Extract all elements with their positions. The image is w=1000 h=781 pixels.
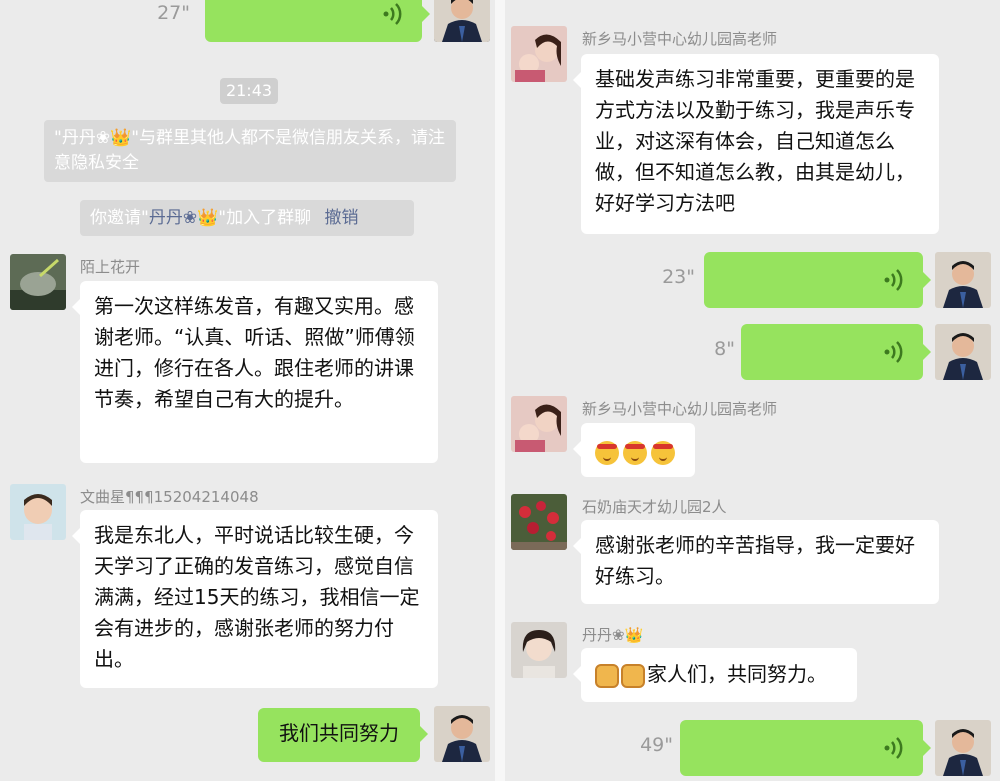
message-bubble[interactable]: 家人们，共同努力。 bbox=[573, 648, 857, 702]
voice-message[interactable] bbox=[704, 252, 931, 308]
voice-wave-icon bbox=[383, 3, 402, 25]
emoji-message-bubble[interactable]: 😓😓😓 bbox=[573, 423, 695, 477]
voice-message[interactable] bbox=[205, 0, 430, 42]
timestamp: 21:43 bbox=[220, 78, 278, 104]
sender-name: 陌上花开 bbox=[80, 258, 141, 276]
voice-wave-icon bbox=[884, 737, 903, 759]
self-avatar[interactable] bbox=[935, 252, 991, 308]
self-avatar[interactable] bbox=[935, 324, 991, 380]
message-bubble[interactable]: 基础发声练习非常重要，更重要的是方式方法以及勤于练习，我是声乐专业，对这深有体会… bbox=[573, 54, 939, 234]
sweat-emoji-icon bbox=[623, 440, 647, 465]
voice-wave-icon bbox=[884, 341, 903, 363]
sender-name: 新乡马小营中心幼儿园高老师 bbox=[582, 30, 778, 48]
privacy-notice: "丹丹❀👑"与群里其他人都不是微信朋友关系，请注意隐私安全 bbox=[44, 120, 456, 182]
sender-name: 丹丹❀👑 bbox=[582, 626, 644, 644]
message-bubble[interactable]: 第一次这样练发音，有趣又实用。感谢老师。“认真、听话、照做”师傅领进门，修行在各… bbox=[72, 281, 438, 463]
sweat-emoji-icon bbox=[651, 440, 675, 465]
message-bubble[interactable]: 感谢张老师的辛苦指导，我一定要好好练习。 bbox=[573, 520, 939, 604]
sender-avatar[interactable] bbox=[511, 494, 567, 550]
voice-message[interactable] bbox=[741, 324, 931, 380]
message-text: 家人们，共同努力。 bbox=[647, 662, 827, 686]
self-avatar[interactable] bbox=[935, 720, 991, 776]
message-bubble[interactable]: 我是东北人，平时说话比较生硬，今天学习了正确的发音练习，感觉自信满满，经过15天… bbox=[72, 510, 438, 688]
voice-wave-icon bbox=[884, 269, 903, 291]
sender-avatar[interactable] bbox=[10, 254, 66, 310]
invite-suffix: "加入了群聊 bbox=[218, 208, 312, 228]
voice-duration: 8" bbox=[714, 338, 735, 360]
sender-name: 新乡马小营中心幼儿园高老师 bbox=[582, 400, 778, 418]
revoke-link[interactable]: 撤销 bbox=[324, 208, 358, 228]
fist-emoji-icon bbox=[621, 663, 645, 688]
sender-avatar[interactable] bbox=[10, 484, 66, 540]
sender-avatar[interactable] bbox=[511, 396, 567, 452]
sender-avatar[interactable] bbox=[511, 622, 567, 678]
voice-duration: 49" bbox=[640, 734, 673, 756]
invite-member-link[interactable]: 丹丹❀👑 bbox=[149, 208, 218, 228]
sender-name: 石奶庙天才幼儿园2人 bbox=[582, 498, 727, 516]
column-divider bbox=[495, 0, 505, 781]
voice-message[interactable] bbox=[680, 720, 931, 776]
chat-panel-left: 27" 21:43 "丹丹❀👑"与群里其他人都不是微信朋友关系，请注意隐私安全 … bbox=[0, 0, 495, 781]
invite-prefix: 你邀请" bbox=[90, 208, 149, 228]
invite-notice: 你邀请"丹丹❀👑"加入了群聊 撤销 bbox=[80, 200, 414, 236]
sender-name: 文曲星¶¶¶15204214048 bbox=[80, 488, 259, 506]
fist-emoji-icon bbox=[595, 663, 619, 688]
self-message-bubble[interactable]: 我们共同努力 bbox=[258, 708, 428, 762]
voice-duration: 27" bbox=[157, 2, 190, 24]
sweat-emoji-icon bbox=[595, 440, 619, 465]
self-avatar[interactable] bbox=[434, 0, 490, 42]
voice-duration: 23" bbox=[662, 266, 695, 288]
sender-avatar[interactable] bbox=[511, 26, 567, 82]
chat-panel-right: 新乡马小营中心幼儿园高老师 基础发声练习非常重要，更重要的是方式方法以及勤于练习… bbox=[505, 0, 1000, 781]
self-avatar[interactable] bbox=[434, 706, 490, 762]
